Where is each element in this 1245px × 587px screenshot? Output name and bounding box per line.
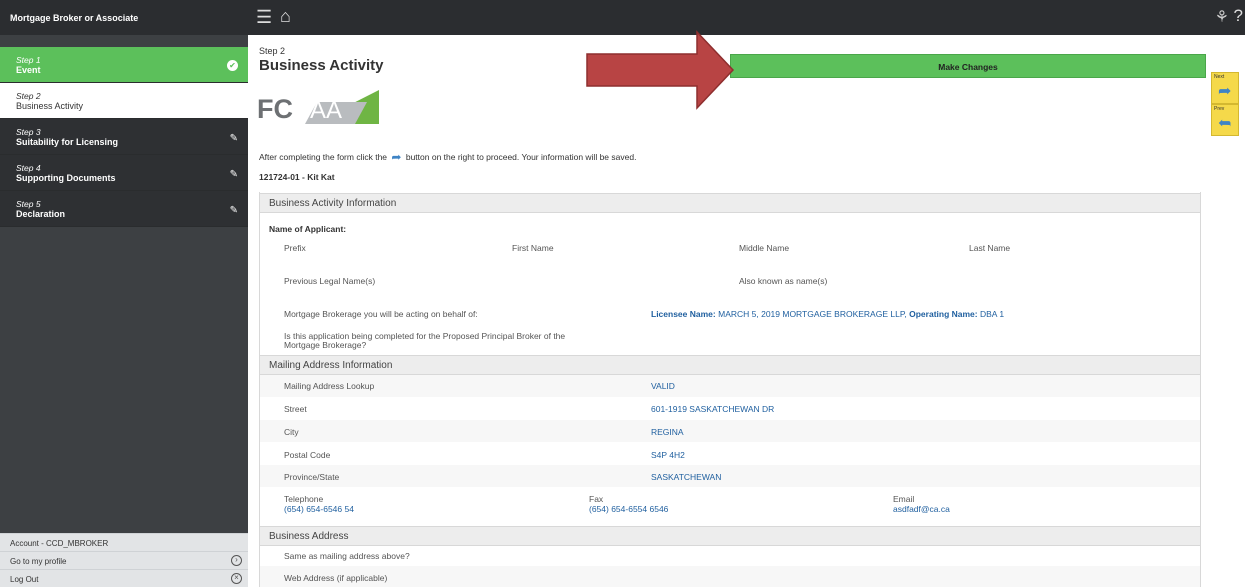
step-number: Step 5 xyxy=(16,199,41,209)
logo-aa: AA xyxy=(310,97,342,124)
brokerage-value: Licensee Name: MARCH 5, 2019 MORTGAGE BR… xyxy=(651,309,1005,319)
email-value: asdfadf@ca.ca xyxy=(893,504,950,514)
postal-code-value: S4P 4H2 xyxy=(651,450,685,460)
principal-broker-question: Is this application being completed for … xyxy=(284,331,566,350)
province-value: SASKATCHEWAN xyxy=(651,472,722,482)
telephone-label: Telephone xyxy=(284,494,324,504)
home-icon[interactable]: ⌂ xyxy=(280,6,291,27)
section-business-address: Business Address xyxy=(259,526,1201,546)
logo-fc: FC xyxy=(257,94,293,124)
fax-label: Fax xyxy=(589,494,604,504)
profile-link[interactable]: Go to my profile › xyxy=(0,551,248,569)
same-as-mailing-label: Same as mailing address above? xyxy=(284,551,410,561)
middle-name-label: Middle Name xyxy=(739,243,790,253)
pencil-icon: ✎ xyxy=(229,169,238,180)
check-circle-icon: ✔ xyxy=(227,60,238,71)
aka-label: Also known as name(s) xyxy=(739,276,828,286)
pencil-icon: ✎ xyxy=(229,205,238,216)
step-indicator: Step 2 xyxy=(259,46,286,56)
chevron-circle-icon: › xyxy=(231,555,242,566)
sidebar-step-business-activity[interactable]: Step 2 Business Activity xyxy=(0,83,248,119)
logout-link[interactable]: Log Out × xyxy=(0,569,248,587)
page-title: Business Activity xyxy=(259,57,384,74)
help-icon[interactable]: ? xyxy=(1234,6,1243,26)
section-business-activity: Business Activity Information xyxy=(259,193,1201,213)
fax-value: (654) 654-6554 6546 xyxy=(589,504,669,514)
top-bar: ☰ ⌂ ⚘ ? xyxy=(248,0,1245,35)
prev-button[interactable]: Prev ➦ xyxy=(1211,104,1239,136)
next-arrow-icon: ➦ xyxy=(1218,83,1232,100)
sidebar: Mortgage Broker or Associate Step 1 Even… xyxy=(0,0,248,587)
red-arrow-annotation xyxy=(586,30,735,110)
sidebar-step-declaration[interactable]: Step 5 Declaration ✎ xyxy=(0,191,248,227)
city-label: City xyxy=(284,427,299,437)
previous-names-label: Previous Legal Name(s) xyxy=(284,276,376,286)
saskatchewan-logo-icon: ⚘ xyxy=(1214,9,1229,26)
next-button[interactable]: Next ➦ xyxy=(1211,72,1239,104)
prev-arrow-icon: ➦ xyxy=(1218,115,1232,132)
section-mailing-address: Mailing Address Information xyxy=(259,355,1201,375)
street-label: Street xyxy=(284,404,307,414)
step-label: Supporting Documents xyxy=(16,173,116,183)
mailing-lookup-value: VALID xyxy=(651,381,675,391)
city-value: REGINA xyxy=(651,427,684,437)
step-label: Suitability for Licensing xyxy=(16,137,119,147)
sidebar-step-event[interactable]: Step 1 Event ✔ xyxy=(0,47,248,83)
sidebar-step-suitability[interactable]: Step 3 Suitability for Licensing ✎ xyxy=(0,119,248,155)
step-number: Step 2 xyxy=(16,91,41,101)
account-label: Account - CCD_MBROKER xyxy=(0,533,248,551)
hamburger-menu-icon[interactable]: ☰ xyxy=(256,7,272,28)
application-id: 121724-01 - Kit Kat xyxy=(259,172,335,182)
telephone-value: (654) 654-6546 54 xyxy=(284,504,354,514)
make-changes-button[interactable]: Make Changes xyxy=(730,54,1206,78)
province-label: Province/State xyxy=(284,472,340,482)
step-number: Step 3 xyxy=(16,127,41,137)
step-label: Declaration xyxy=(16,209,66,219)
account-panel: Account - CCD_MBROKER Go to my profile ›… xyxy=(0,533,248,587)
logout-link-label: Log Out xyxy=(10,575,39,584)
web-address-label: Web Address (if applicable) xyxy=(284,573,388,583)
name-of-applicant-heading: Name of Applicant: xyxy=(269,224,347,234)
email-label: Email xyxy=(893,494,915,504)
sidebar-step-supporting-documents[interactable]: Step 4 Supporting Documents ✎ xyxy=(0,155,248,191)
step-number: Step 4 xyxy=(16,163,41,173)
first-name-label: First Name xyxy=(512,243,554,253)
fcaa-logo: FC AA xyxy=(257,90,379,124)
mailing-lookup-label: Mailing Address Lookup xyxy=(284,381,375,391)
brokerage-label: Mortgage Brokerage you will be acting on… xyxy=(284,309,478,319)
street-value: 601-1919 SASKATCHEWAN DR xyxy=(651,404,775,414)
prefix-label: Prefix xyxy=(284,243,306,253)
step-number: Step 1 xyxy=(16,55,41,65)
pencil-icon: ✎ xyxy=(229,133,238,144)
intro-text: After completing the form click the ➦ bu… xyxy=(259,150,637,164)
last-name-label: Last Name xyxy=(969,243,1011,253)
step-label: Business Activity xyxy=(16,101,84,111)
next-arrow-icon: ➦ xyxy=(391,150,402,164)
step-label: Event xyxy=(16,65,41,75)
postal-code-label: Postal Code xyxy=(284,450,331,460)
profile-link-label: Go to my profile xyxy=(10,557,67,566)
sidebar-title: Mortgage Broker or Associate xyxy=(0,0,248,35)
close-circle-icon: × xyxy=(231,573,242,584)
